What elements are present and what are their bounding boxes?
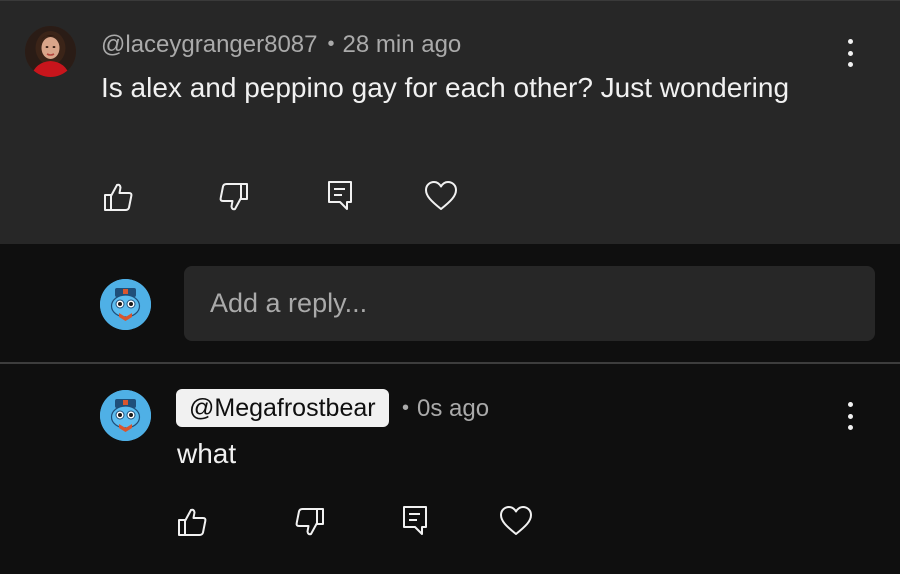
reply-like-button[interactable] xyxy=(174,504,210,540)
more-dot xyxy=(847,50,853,56)
comment-meta: @laceygranger8087 • 28 min ago xyxy=(101,29,461,60)
heart-icon xyxy=(425,181,457,210)
reply-icon xyxy=(403,506,427,535)
more-vertical-icon xyxy=(847,402,853,407)
self-avatar-robot-icon xyxy=(100,279,151,330)
reply-button[interactable] xyxy=(322,177,358,213)
reply-composer xyxy=(0,244,900,363)
heart-icon xyxy=(500,506,532,535)
heart-button[interactable] xyxy=(423,178,459,214)
dislike-icon xyxy=(219,183,248,211)
reply-heart-button[interactable] xyxy=(498,503,534,539)
comments-screen: @laceygranger8087 • 28 min ago Is alex and… xyxy=(0,0,900,574)
reply-input[interactable] xyxy=(184,266,875,341)
more-dot xyxy=(847,413,853,419)
reply-body: what xyxy=(177,438,237,469)
reply-timestamp[interactable]: 0s ago xyxy=(417,395,489,422)
meta-separator: • xyxy=(402,397,410,419)
like-icon xyxy=(104,183,133,211)
more-dot xyxy=(847,425,853,430)
reply-author-avatar[interactable] xyxy=(100,390,151,441)
more-vertical-icon xyxy=(847,39,853,44)
reply-menu-button[interactable] xyxy=(840,402,860,430)
comment-body: Is alex and peppino gay for each other? … xyxy=(101,72,790,103)
dislike-button[interactable] xyxy=(216,179,252,215)
reply-dislike-button[interactable] xyxy=(292,504,328,540)
comment-menu-button[interactable] xyxy=(840,39,860,67)
comment-timestamp[interactable]: 28 min ago xyxy=(343,31,462,58)
more-dot xyxy=(847,62,853,67)
author-avatar[interactable] xyxy=(25,26,76,77)
user-reply: @Megafrostbear • 0s ago what xyxy=(0,364,900,574)
dislike-icon xyxy=(295,508,324,536)
parent-comment: @laceygranger8087 • 28 min ago Is alex and… xyxy=(0,0,900,245)
like-icon xyxy=(178,508,207,536)
meta-separator: • xyxy=(327,33,335,55)
self-avatar-robot-icon xyxy=(100,390,151,441)
author-handle[interactable]: @laceygranger8087 xyxy=(101,31,318,58)
user-avatar-photo-icon xyxy=(25,26,76,77)
reply-author-handle[interactable]: @Megafrostbear xyxy=(176,389,389,427)
reply-meta: • 0s ago xyxy=(402,393,489,424)
reply-reply-button[interactable] xyxy=(397,502,433,538)
reply-icon xyxy=(328,181,352,210)
self-avatar[interactable] xyxy=(100,279,151,330)
like-button[interactable] xyxy=(100,179,136,215)
